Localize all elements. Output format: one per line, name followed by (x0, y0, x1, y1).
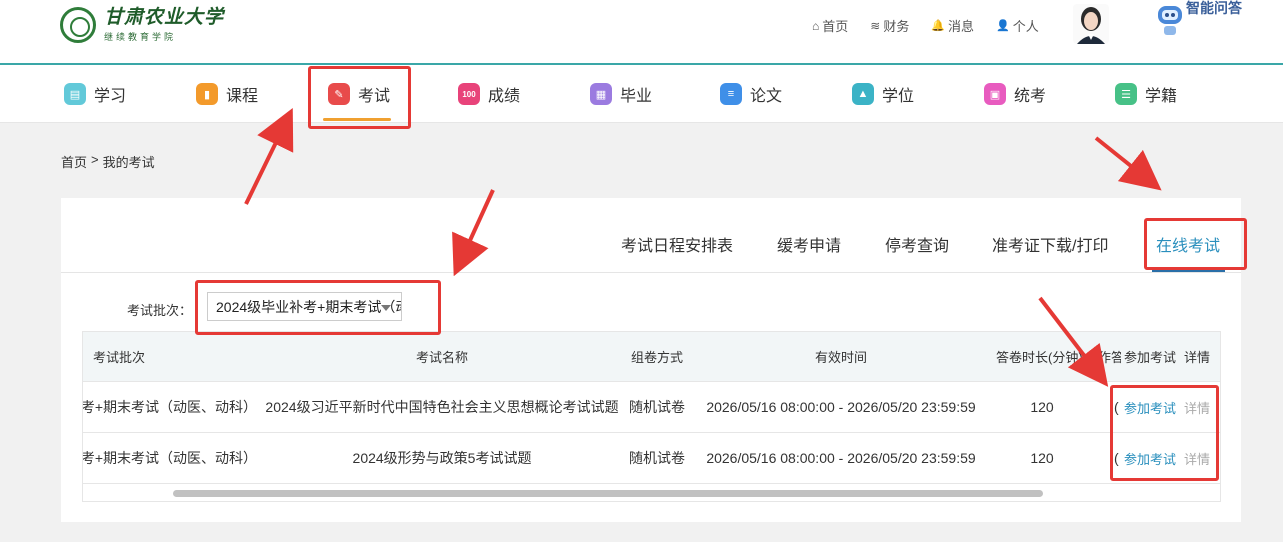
nav-paper[interactable]: ≡ 论文 (720, 65, 782, 123)
row-batch: 2024级毕业补考+期末考试（动医、动科） (83, 450, 257, 466)
tab-deferral-request[interactable]: 缓考申请 (777, 232, 841, 256)
logo-text: 甘肃农业大学 继续教育学院 (104, 6, 224, 43)
row-exam-name: 2024级习近平新时代中国特色社会主义思想概论考试试题 (265, 399, 619, 415)
batch-select-value: 2024级毕业补考+期末考试（动医、动科） (216, 298, 401, 315)
robot-icon (1155, 0, 1185, 38)
degree-icon: ▲ (852, 83, 874, 105)
nav-degree-label: 学位 (882, 88, 915, 105)
topnav-profile-label: 个人 (1012, 19, 1039, 34)
ai-assistant-label: 智能问答 (1186, 0, 1242, 16)
nav-active-underline (323, 118, 391, 121)
breadcrumb-home[interactable]: 首页 (61, 152, 87, 171)
nav-unified-exam[interactable]: ▣ 统考 (984, 65, 1046, 123)
tab-admission-ticket[interactable]: 准考证下载/打印 (992, 232, 1108, 256)
row-attempts: ( (1114, 450, 1119, 466)
breadcrumb-separator: > (91, 152, 99, 167)
topnav-profile[interactable]: 👤 个人 (996, 16, 1039, 35)
col-method: 组卷方式 (630, 350, 683, 365)
header: 甘肃农业大学 继续教育学院 ⌂ 首页 ≋ 财务 🔔 消息 👤 个人 智能问答 (0, 0, 1283, 64)
arrow-to-exam-nav (244, 108, 294, 205)
batch-select[interactable]: 2024级毕业补考+期末考试（动医、动科） (207, 292, 402, 321)
logo-subtitle: 继续教育学院 (104, 32, 177, 42)
graduation-icon: ▦ (590, 83, 612, 105)
arrow-to-online-exam-tab (1094, 136, 1162, 191)
row-valid-time: 2026/05/16 08:00:00 - 2026/05/20 23:59:5… (706, 450, 976, 466)
topnav-home-label: 首页 (822, 19, 849, 34)
detail-link[interactable]: 详情 (1184, 382, 1218, 432)
row-method: 随机试卷 (629, 450, 685, 466)
batch-label: 考试批次： (127, 303, 193, 318)
table-row: 2024级毕业补考+期末考试（动医、动科） 2024级形势与政策5考试试题 随机… (83, 433, 1220, 484)
score-icon: 100 (458, 83, 480, 105)
detail-link[interactable]: 详情 (1184, 433, 1218, 483)
chevron-down-icon (381, 305, 391, 311)
topnav-messages-label: 消息 (948, 19, 975, 34)
main-nav: ▤ 学习 ▮ 课程 ✎ 考试 100 成绩 ▦ 毕业 ≡ 论文 ▲ 学位 ▣ 统… (0, 65, 1283, 123)
nav-course[interactable]: ▮ 课程 (196, 65, 258, 123)
col-name: 考试名称 (415, 350, 468, 365)
tab-active-underline (1152, 269, 1225, 272)
row-exam-name: 2024级形势与政策5考试试题 (352, 450, 532, 466)
horizontal-scrollbar[interactable] (173, 490, 1043, 497)
join-exam-link[interactable]: 参加考试 (1124, 433, 1182, 483)
course-icon: ▮ (196, 83, 218, 105)
ai-assistant[interactable]: 智能问答 (1155, 0, 1242, 38)
tab-suspension-query[interactable]: 停考查询 (885, 232, 949, 256)
row-valid-time: 2026/05/16 08:00:00 - 2026/05/20 23:59:5… (706, 399, 976, 415)
home-icon: ⌂ (812, 18, 820, 33)
nav-graduation[interactable]: ▦ 毕业 (590, 65, 652, 123)
university-seal-icon (60, 6, 96, 43)
breadcrumb: 首页 > 我的考试 (61, 152, 159, 171)
nav-score[interactable]: 100 成绩 (458, 65, 520, 123)
nav-status-label: 学籍 (1145, 88, 1178, 105)
nav-paper-label: 论文 (750, 88, 783, 105)
exam-icon: ✎ (328, 83, 350, 105)
row-batch: 2024级毕业补考+期末考试（动医、动科） (83, 399, 257, 415)
nav-degree[interactable]: ▲ 学位 (852, 65, 914, 123)
status-icon: ☰ (1115, 83, 1137, 105)
nav-study-label: 学习 (94, 88, 127, 105)
row-duration: 120 (1030, 399, 1054, 415)
tab-exam-schedule[interactable]: 考试日程安排表 (621, 232, 733, 256)
top-nav: ⌂ 首页 ≋ 财务 🔔 消息 👤 个人 (812, 16, 1061, 35)
logo-title: 甘肃农业大学 (104, 6, 225, 28)
nav-course-label: 课程 (226, 88, 259, 105)
nav-unified-exam-label: 统考 (1014, 88, 1047, 105)
nav-exam-label: 考试 (358, 88, 391, 105)
table-row: 2024级毕业补考+期末考试（动医、动科） 2024级习近平新时代中国特色社会主… (83, 382, 1220, 433)
col-batch: 考试批次 (93, 350, 146, 365)
row-attempts: ( (1114, 399, 1119, 415)
topnav-messages[interactable]: 🔔 消息 (931, 16, 974, 35)
topnav-finance[interactable]: ≋ 财务 (870, 16, 909, 35)
row-method: 随机试卷 (629, 399, 685, 415)
university-logo[interactable]: 甘肃农业大学 继续教育学院 (60, 6, 224, 43)
join-exam-link[interactable]: 参加考试 (1124, 382, 1182, 432)
row-duration: 120 (1030, 450, 1054, 466)
coins-icon: ≋ (870, 18, 881, 33)
table-header: 考试批次 考试名称 组卷方式 有效时间 答卷时长(分钟) 作答次数 参加考试 详… (83, 332, 1220, 382)
breadcrumb-current: 我的考试 (102, 155, 155, 170)
tab-online-exam[interactable]: 在线考试 (1156, 232, 1220, 256)
nav-study[interactable]: ▤ 学习 (64, 65, 126, 123)
topnav-finance-label: 财务 (883, 19, 910, 34)
col-detail: 详情 (1184, 350, 1211, 365)
col-time: 有效时间 (814, 350, 867, 365)
user-icon: 👤 (996, 20, 1010, 32)
study-icon: ▤ (64, 83, 86, 105)
nav-graduation-label: 毕业 (620, 88, 653, 105)
exam-table: 考试批次 考试名称 组卷方式 有效时间 答卷时长(分钟) 作答次数 参加考试 详… (82, 331, 1221, 502)
col-attempts: 作答次数 (1098, 350, 1121, 365)
paper-icon: ≡ (720, 83, 742, 105)
tabs-divider (61, 272, 1241, 273)
nav-exam[interactable]: ✎ 考试 (328, 65, 390, 123)
unified-exam-icon: ▣ (984, 83, 1006, 105)
col-join: 参加考试 (1124, 350, 1177, 365)
nav-status[interactable]: ☰ 学籍 (1115, 65, 1177, 123)
nav-score-label: 成绩 (488, 88, 521, 105)
bell-icon: 🔔 (931, 20, 946, 32)
col-duration: 答卷时长(分钟) (996, 350, 1083, 365)
avatar[interactable] (1073, 4, 1109, 44)
topnav-home[interactable]: ⌂ 首页 (812, 16, 848, 35)
exam-panel: 考试日程安排表 缓考申请 停考查询 准考证下载/打印 在线考试 考试批次： 20… (61, 198, 1241, 522)
